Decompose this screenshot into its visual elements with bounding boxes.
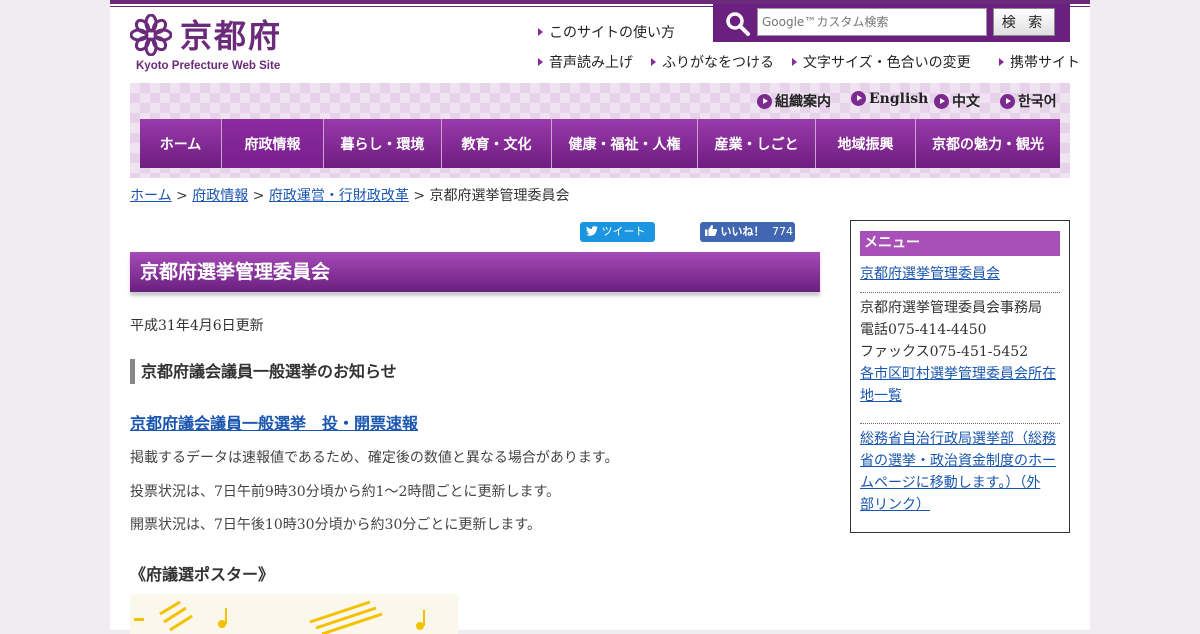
link-line: 各市区町村選挙管理委員会所在 [860, 366, 1056, 382]
lang-chinese[interactable]: 中文 [934, 91, 980, 111]
breadcrumb-separator: > [413, 188, 426, 204]
arrow-circle-icon [1000, 94, 1015, 109]
breadcrumb-home[interactable]: ホーム [130, 188, 172, 204]
breadcrumb-administration[interactable]: 府政運営・行財政改革 [269, 188, 409, 204]
breadcrumb-current: 京都府選挙管理委員会 [429, 188, 570, 204]
mobile-site-link[interactable]: 携帯サイト [999, 52, 1080, 72]
search-icon [726, 12, 750, 36]
twitter-bird-icon [586, 226, 598, 236]
breadcrumb: ホーム > 府政情報 > 府政運営・行財政改革 > 京都府選挙管理委員会 [130, 185, 570, 205]
search-input[interactable] [757, 8, 987, 36]
updated-date: 平成31年4月6日更新 [130, 318, 264, 334]
search-button[interactable]: 検 索 [993, 8, 1055, 36]
arrow-circle-icon [934, 94, 949, 109]
paragraph-2: 投票状況は、7日午前9時30分頃から約1～2時間ごとに更新します。 [130, 484, 561, 500]
link-line: 省の選挙・政治資金制度のホー [860, 453, 1056, 469]
thumbs-up-icon [705, 225, 718, 236]
search-bar: 検 索 [713, 4, 1070, 42]
nav-industry-work[interactable]: 産業・しごと [698, 119, 816, 168]
kyoto-logo[interactable]: 京都府 Kyoto Prefecture Web Site [130, 12, 290, 76]
logo-text-en: Kyoto Prefecture Web Site [136, 60, 281, 72]
logo-text-jp: 京都府 [180, 17, 283, 55]
paragraph-3: 開票状況は、7日午後10時30分頃から約30分ごとに更新します。 [130, 517, 541, 533]
global-nav: ホーム 府政情報 暮らし・環境 教育・文化 健康・福祉・人権 産業・しごと 地域… [140, 119, 1060, 168]
site-usage-link[interactable]: このサイトの使い方 [538, 22, 675, 42]
lang-english[interactable]: English [851, 91, 928, 107]
results-link[interactable]: 京都府議会議員一般選挙 投・開票速報 [130, 410, 418, 434]
side-menu: メニュー 京都府選挙管理委員会 京都府選挙管理委員会事務局 電話075-414-… [850, 220, 1070, 533]
lang-label: 한국어 [1018, 94, 1057, 110]
side-link-mic-elections[interactable]: 総務省自治行政局選挙部（総務 省の選挙・政治資金制度のホー ムページに移動します… [860, 428, 1060, 516]
nav-education-culture[interactable]: 教育・文化 [442, 119, 552, 168]
election-poster-image[interactable] [130, 594, 458, 634]
text-to-speech-link[interactable]: 音声読み上げ [538, 52, 633, 72]
page: 京都府 Kyoto Prefecture Web Site 検 索 このサイトの… [110, 0, 1090, 634]
page-title: 京都府選挙管理委員会 [130, 252, 820, 292]
side-fax: ファックス075-451-5452 [860, 344, 1029, 360]
breadcrumb-government-info[interactable]: 府政情報 [192, 188, 248, 204]
nav-home[interactable]: ホーム [140, 119, 222, 168]
furigana-link[interactable]: ふりがなをつける [651, 52, 774, 72]
nav-government-info[interactable]: 府政情報 [222, 119, 324, 168]
poster-graphic [134, 600, 425, 634]
breadcrumb-separator: > [252, 188, 265, 204]
nav-kyoto-tourism[interactable]: 京都の魅力・観光 [916, 119, 1060, 168]
text-size-color-link[interactable]: 文字サイズ・色合いの変更 [792, 52, 971, 72]
tweet-button[interactable]: ツイート [580, 222, 655, 242]
side-menu-heading: メニュー [860, 231, 1060, 256]
like-count: 774 [772, 225, 793, 238]
lang-org-guide[interactable]: 組織案内 [757, 91, 831, 111]
link-line: 部リンク） [860, 497, 930, 513]
link-line: ムページに移動します。）（外 [860, 475, 1041, 491]
lang-label: 中文 [952, 94, 980, 110]
link-line: 地一覧 [860, 388, 902, 404]
arrow-circle-icon [851, 91, 866, 106]
divider [860, 292, 1060, 293]
arrow-circle-icon [757, 94, 772, 109]
poster-heading: 《府議選ポスター》 [130, 565, 275, 584]
nav-living-environment[interactable]: 暮らし・環境 [324, 119, 442, 168]
lang-label: English [869, 91, 929, 107]
side-phone: 電話075-414-4450 [860, 322, 987, 338]
tweet-label: ツイート [601, 225, 646, 238]
section-heading: 京都府議会議員一般選挙のお知らせ [130, 359, 397, 384]
side-link-municipal-committees[interactable]: 各市区町村選挙管理委員会所在 地一覧 [860, 363, 1060, 407]
breadcrumb-separator: > [176, 188, 188, 204]
nav-band: 組織案内 English 中文 한국어 ホーム 府政情報 暮らし・環境 教育・文… [130, 83, 1070, 178]
paragraph-1: 掲載するデータは速報値であるため、確定後の数値と異なる場合があります。 [130, 450, 619, 466]
nav-health-welfare[interactable]: 健康・福祉・人権 [552, 119, 698, 168]
kyoto-crest-icon [130, 14, 172, 56]
link-line: 総務省自治行政局選挙部（総務 [860, 431, 1056, 447]
side-office-name: 京都府選挙管理委員会事務局 [860, 300, 1042, 316]
lang-korean[interactable]: 한국어 [1000, 91, 1057, 111]
facebook-like-button[interactable]: いいね！ 774 [700, 222, 795, 242]
side-link-committee[interactable]: 京都府選挙管理委員会 [860, 263, 1060, 285]
lang-label: 組織案内 [775, 94, 831, 110]
divider [860, 423, 1060, 424]
nav-regional-development[interactable]: 地域振興 [816, 119, 916, 168]
like-label: いいね！ [720, 225, 765, 238]
